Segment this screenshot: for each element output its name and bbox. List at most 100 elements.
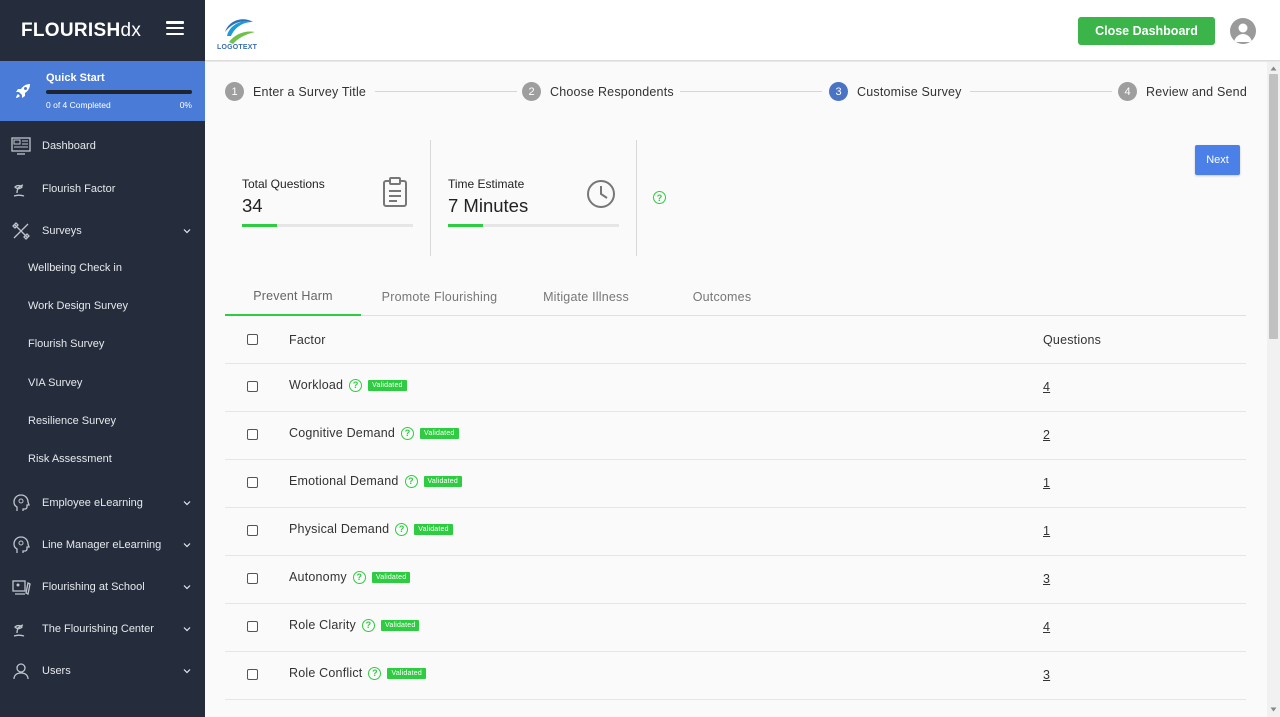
scrollbar-thumb[interactable]: [1269, 74, 1278, 339]
sidebar-subitem-label: Resilience Survey: [28, 415, 117, 427]
sidebar-subitem-label: Wellbeing Check in: [28, 262, 122, 274]
brand-logo[interactable]: FLOURISHdx: [21, 20, 141, 42]
sidebar-item-flourishing-center[interactable]: The Flourishing Center: [0, 610, 205, 648]
sidebar-item-label: Dashboard: [42, 140, 96, 152]
sidebar-item-line-manager-elearning[interactable]: Line Manager eLearning: [0, 526, 205, 564]
tools-icon: [12, 222, 30, 240]
main-scrollbar[interactable]: [1267, 62, 1280, 717]
step-connector: [970, 91, 1112, 92]
row-checkbox[interactable]: [247, 477, 258, 488]
validated-badge: Validated: [368, 379, 407, 391]
step-2[interactable]: 2 Choose Respondents: [522, 82, 674, 101]
question-count-link[interactable]: 3: [1043, 572, 1050, 586]
help-icon[interactable]: ?: [368, 666, 382, 680]
help-icon[interactable]: ?: [653, 191, 666, 204]
head-icon: [13, 536, 30, 553]
scroll-up-arrow-icon[interactable]: [1270, 65, 1277, 72]
plant-icon: [13, 184, 25, 197]
factor-name: Physical Demand: [289, 522, 390, 536]
row-checkbox[interactable]: [247, 621, 258, 632]
validated-badge: Validated: [414, 523, 453, 535]
sidebar-item-users[interactable]: Users: [0, 652, 205, 690]
sidebar-subitem-risk-assessment[interactable]: Risk Assessment: [0, 441, 205, 477]
sidebar-subitem-resilience-survey[interactable]: Resilience Survey: [0, 403, 205, 439]
step-label: Review and Send: [1146, 84, 1247, 99]
question-count-link[interactable]: 4: [1043, 380, 1050, 394]
question-count-link[interactable]: 3: [1043, 668, 1050, 682]
step-1[interactable]: 1 Enter a Survey Title: [225, 82, 366, 101]
category-tabs: Prevent Harm Promote Flourishing Mitigat…: [225, 278, 1246, 316]
user-icon: [1234, 23, 1252, 42]
table-row: Autonomy? Validated 3: [225, 556, 1246, 604]
total-questions-value: 34: [242, 195, 263, 216]
sidebar-item-label: Surveys: [42, 225, 82, 237]
quick-start-panel[interactable]: Quick Start 0 of 4 Completed 0%: [0, 61, 205, 121]
avatar[interactable]: [1230, 18, 1256, 44]
question-count-link[interactable]: 1: [1043, 524, 1050, 538]
factor-cell: Autonomy? Validated: [289, 570, 411, 584]
validated-badge: Validated: [420, 427, 459, 439]
sidebar-item-dashboard[interactable]: Dashboard: [0, 127, 205, 165]
dashboard-icon: [11, 137, 31, 155]
sidebar-subitem-label: Flourish Survey: [28, 338, 105, 350]
quick-start-progress-bar: [46, 90, 192, 94]
step-4[interactable]: 4 Review and Send: [1118, 82, 1247, 101]
sidebar-subitem-via-survey[interactable]: VIA Survey: [0, 365, 205, 401]
quick-start-percent: 0%: [179, 100, 192, 110]
sidebar-item-label: Users: [42, 665, 71, 677]
sidebar-subitem-work-design-survey[interactable]: Work Design Survey: [0, 288, 205, 324]
next-button[interactable]: Next: [1195, 145, 1240, 175]
sidebar-item-flourishing-at-school[interactable]: Flourishing at School: [0, 568, 205, 606]
factor-cell: Workload? Validated: [289, 378, 407, 392]
tab-prevent-harm[interactable]: Prevent Harm: [225, 278, 361, 316]
help-icon[interactable]: ?: [349, 378, 363, 392]
sidebar-subitem-flourish-survey[interactable]: Flourish Survey: [0, 326, 205, 362]
row-checkbox[interactable]: [247, 381, 258, 392]
question-count-link[interactable]: 2: [1043, 428, 1050, 442]
factor-cell: Physical Demand? Validated: [289, 522, 453, 536]
row-checkbox[interactable]: [247, 573, 258, 584]
select-all-checkbox[interactable]: [247, 334, 258, 345]
close-dashboard-button[interactable]: Close Dashboard: [1078, 17, 1215, 45]
tab-promote-flourishing[interactable]: Promote Flourishing: [372, 278, 507, 316]
help-icon[interactable]: ?: [395, 522, 409, 536]
time-estimate-value: 7 Minutes: [448, 195, 529, 216]
sidebar-item-employee-elearning[interactable]: Employee eLearning: [0, 484, 205, 522]
tab-outcomes[interactable]: Outcomes: [654, 278, 790, 316]
factor-name: Autonomy: [289, 570, 347, 584]
chevron-down-icon: [183, 543, 191, 548]
clipboard-icon: [383, 177, 407, 207]
help-icon[interactable]: ?: [362, 618, 375, 632]
step-number: 3: [829, 82, 848, 101]
tab-mitigate-illness[interactable]: Mitigate Illness: [519, 278, 653, 316]
time-estimate-track: [448, 224, 619, 227]
sidebar: FLOURISHdx Quick Start 0 of 4 Completed …: [0, 0, 205, 717]
brand: FLOURISHdx: [0, 0, 205, 61]
table-row: Emotional Demand? Validated 1: [225, 460, 1246, 508]
validated-badge: Validated: [387, 667, 426, 679]
row-checkbox[interactable]: [247, 525, 258, 536]
row-checkbox[interactable]: [247, 669, 258, 680]
row-checkbox[interactable]: [247, 429, 258, 440]
question-count-link[interactable]: 4: [1043, 620, 1050, 634]
time-estimate-label: Time Estimate: [448, 177, 525, 191]
help-icon[interactable]: ?: [401, 426, 415, 440]
table-row: Role Conflict? Validated 3: [225, 652, 1246, 700]
sidebar-subitem-label: VIA Survey: [28, 377, 83, 389]
step-label: Customise Survey: [857, 84, 962, 99]
scroll-down-arrow-icon[interactable]: [1270, 706, 1277, 713]
clock-icon: [587, 180, 615, 208]
help-icon[interactable]: ?: [404, 474, 418, 488]
topbar: LOGOTEXT Close Dashboard: [205, 0, 1280, 61]
chevron-down-icon: [183, 501, 191, 506]
menu-icon[interactable]: [166, 21, 184, 35]
sidebar-item-surveys[interactable]: Surveys: [0, 212, 205, 250]
step-3[interactable]: 3 Customise Survey: [829, 82, 962, 101]
logo-text: LOGOTEXT: [217, 44, 258, 51]
sidebar-item-label: Employee eLearning: [42, 497, 143, 509]
sidebar-item-flourish-factor[interactable]: Flourish Factor: [0, 170, 205, 208]
help-icon[interactable]: ?: [352, 570, 366, 584]
sidebar-subitem-wellbeing-check-in[interactable]: Wellbeing Check in: [0, 250, 205, 286]
question-count-link[interactable]: 1: [1043, 476, 1050, 490]
main-content: 1 Enter a Survey Title 2 Choose Responde…: [205, 62, 1267, 717]
